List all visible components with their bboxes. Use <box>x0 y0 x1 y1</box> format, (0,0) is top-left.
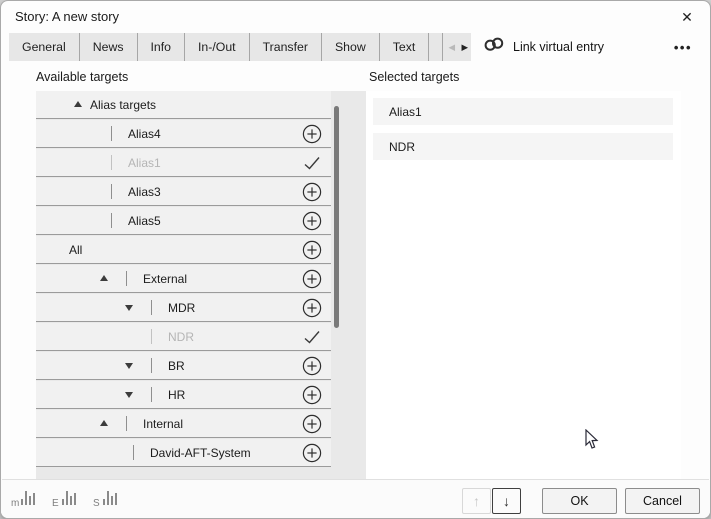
tab-info[interactable]: Info <box>138 33 186 61</box>
scrollbar-thumb[interactable] <box>334 106 339 328</box>
selected-targets-list: Alias1 NDR <box>366 91 681 479</box>
title-bar: Story: A new story ✕ <box>1 1 710 32</box>
expand-icon[interactable] <box>124 302 135 313</box>
tree-row-label: Internal <box>143 417 183 431</box>
add-target-icon[interactable] <box>302 240 322 260</box>
meter-s-icon[interactable]: S <box>93 487 121 509</box>
tree-row-alias1[interactable]: Alias1 <box>36 149 331 177</box>
collapse-icon[interactable] <box>73 99 84 110</box>
ok-button[interactable]: OK <box>542 488 617 514</box>
indent-guide <box>151 387 152 402</box>
tree-row-label: HR <box>168 388 185 402</box>
indent-guide <box>111 126 112 141</box>
tree-row-ndr[interactable]: NDR <box>36 323 331 351</box>
tree-row-label: Alias1 <box>128 156 161 170</box>
tab-text[interactable]: Text <box>380 33 430 61</box>
svg-text:m: m <box>11 498 19 509</box>
window-title: Story: A new story <box>15 1 119 32</box>
indent-guide <box>126 416 127 431</box>
tree-row-label: Alias3 <box>128 185 161 199</box>
indent-guide <box>126 271 127 286</box>
indent-guide <box>151 358 152 373</box>
selected-row-ndr[interactable]: NDR <box>373 133 673 160</box>
link-virtual-entry-dialog: Story: A new story ✕ GeneralNewsInfoIn-/… <box>0 0 711 519</box>
tree-row-label: All <box>69 243 82 257</box>
available-targets-list: Alias targets Alias4 Alias1 Alias3 Alias5 All… <box>36 91 366 479</box>
tree-row-label: BR <box>168 359 185 373</box>
expand-icon[interactable] <box>124 360 135 371</box>
tab-scroll-left-icon[interactable]: ◀ <box>445 42 458 53</box>
svg-text:E: E <box>52 498 59 509</box>
indent-guide <box>111 184 112 199</box>
meter-icon-group: mES <box>11 487 121 509</box>
tree-row-label: NDR <box>168 330 194 344</box>
indent-guide <box>133 445 134 460</box>
selected-row-alias1[interactable]: Alias1 <box>373 98 673 125</box>
expand-icon[interactable] <box>124 389 135 400</box>
selected-row-label: Alias1 <box>389 105 422 119</box>
tab-show[interactable]: Show <box>322 33 380 61</box>
tab-overflow-menu-icon[interactable]: ••• <box>674 33 692 61</box>
add-target-icon[interactable] <box>302 269 322 289</box>
add-target-icon[interactable] <box>302 124 322 144</box>
move-up-button[interactable]: ↑ <box>462 488 491 514</box>
tree-row-label: External <box>143 272 187 286</box>
selected-row-label: NDR <box>389 140 415 154</box>
add-target-icon[interactable] <box>302 414 322 434</box>
tree-row-internal[interactable]: Internal <box>36 410 331 438</box>
svg-text:S: S <box>93 498 100 509</box>
add-target-icon[interactable] <box>302 182 322 202</box>
available-targets-label: Available targets <box>36 70 128 84</box>
collapse-icon[interactable] <box>99 273 110 284</box>
indent-guide <box>111 213 112 228</box>
footer-bar: m E S ↑ ↓ OK Cancel <box>1 480 710 519</box>
tree-row-label: MDR <box>168 301 195 315</box>
tab-scroll-arrows: ◀▶ <box>445 33 471 61</box>
add-target-icon[interactable] <box>302 211 322 231</box>
meter-m-icon[interactable]: m <box>11 487 39 509</box>
add-target-icon[interactable] <box>302 298 322 318</box>
move-down-button[interactable]: ↓ <box>492 488 521 514</box>
add-target-icon[interactable] <box>302 356 322 376</box>
cancel-button[interactable]: Cancel <box>625 488 700 514</box>
tree-row-alias3[interactable]: Alias3 <box>36 178 331 206</box>
tree-row-br[interactable]: BR <box>36 352 331 380</box>
selected-check-icon <box>302 327 322 347</box>
selected-targets-label: Selected targets <box>369 70 459 84</box>
tab-in-out[interactable]: In-/Out <box>185 33 250 61</box>
tab-link-virtual-entry[interactable]: Link virtual entry <box>477 33 610 61</box>
collapse-icon[interactable] <box>99 418 110 429</box>
tree-row-mdr[interactable]: MDR <box>36 294 331 322</box>
tab-strip: GeneralNewsInfoIn-/OutTransferShowTextAd… <box>9 33 471 61</box>
tab-general[interactable]: General <box>9 33 80 61</box>
tree-row-hr[interactable]: HR <box>36 381 331 409</box>
indent-guide <box>111 155 112 170</box>
close-icon[interactable]: ✕ <box>674 7 700 27</box>
tree-row-alias-targets[interactable]: Alias targets <box>36 91 331 119</box>
add-target-icon[interactable] <box>302 443 322 463</box>
meter-e-icon[interactable]: E <box>52 487 80 509</box>
tree-row-label: David-AFT-System <box>150 446 251 460</box>
tab-transfer[interactable]: Transfer <box>250 33 322 61</box>
tree-row-david-aft-system[interactable]: David-AFT-System <box>36 439 331 467</box>
tree-row-alias5[interactable]: Alias5 <box>36 207 331 235</box>
tree-row-all[interactable]: All <box>36 236 331 264</box>
tree-row-external[interactable]: External <box>36 265 331 293</box>
tree-row-label: Alias5 <box>128 214 161 228</box>
link-icon <box>483 37 505 57</box>
selected-check-icon <box>302 153 322 173</box>
tab-scroll-right-icon[interactable]: ▶ <box>458 42 471 53</box>
tree-row-alias4[interactable]: Alias4 <box>36 120 331 148</box>
indent-guide <box>151 300 152 315</box>
active-tab-label: Link virtual entry <box>513 40 604 54</box>
tab-additiona[interactable]: Additiona <box>429 33 443 61</box>
tree-row-label: Alias targets <box>90 98 156 112</box>
add-target-icon[interactable] <box>302 385 322 405</box>
tab-news[interactable]: News <box>80 33 138 61</box>
indent-guide <box>151 329 152 344</box>
tree-row-label: Alias4 <box>128 127 161 141</box>
